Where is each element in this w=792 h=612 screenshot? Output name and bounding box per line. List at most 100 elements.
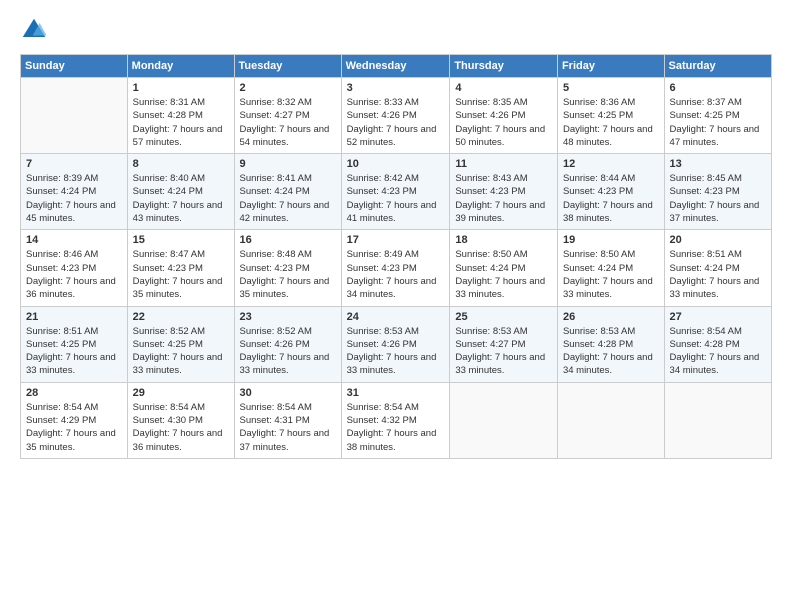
day-info: Sunrise: 8:39 AMSunset: 4:24 PMDaylight:… [26, 172, 122, 225]
calendar-cell [557, 382, 664, 458]
calendar-cell: 11 Sunrise: 8:43 AMSunset: 4:23 PMDayligh… [450, 154, 558, 230]
day-info: Sunrise: 8:32 AMSunset: 4:27 PMDaylight:… [240, 96, 336, 149]
day-number: 8 [133, 158, 229, 170]
weekday-wednesday: Wednesday [341, 55, 450, 78]
day-info: Sunrise: 8:49 AMSunset: 4:23 PMDaylight:… [347, 248, 445, 301]
day-number: 12 [563, 158, 659, 170]
day-number: 1 [133, 82, 229, 94]
day-number: 29 [133, 387, 229, 399]
day-info: Sunrise: 8:50 AMSunset: 4:24 PMDaylight:… [455, 248, 552, 301]
day-info: Sunrise: 8:54 AMSunset: 4:28 PMDaylight:… [670, 325, 766, 378]
day-info: Sunrise: 8:45 AMSunset: 4:23 PMDaylight:… [670, 172, 766, 225]
calendar-cell: 10Sunrise: 8:42 AMSunset: 4:23 PMDayligh… [341, 154, 450, 230]
day-info: Sunrise: 8:43 AMSunset: 4:23 PMDaylight:… [455, 172, 552, 225]
day-number: 6 [670, 82, 766, 94]
weekday-friday: Friday [557, 55, 664, 78]
day-number: 2 [240, 82, 336, 94]
calendar-cell: 30 Sunrise: 8:54 AMSunset: 4:31 PMDayligh… [234, 382, 341, 458]
calendar-cell [664, 382, 771, 458]
day-info: Sunrise: 8:50 AMSunset: 4:24 PMDaylight:… [563, 248, 659, 301]
day-info: Sunrise: 8:53 AMSunset: 4:26 PMDaylight:… [347, 325, 445, 378]
day-number: 4 [455, 82, 552, 94]
calendar-cell: 14 Sunrise: 8:46 AMSunset: 4:23 PMDayligh… [21, 230, 128, 306]
calendar-cell: 9 Sunrise: 8:41 AMSunset: 4:24 PMDaylight… [234, 154, 341, 230]
calendar-cell: 20 Sunrise: 8:51 AMSunset: 4:24 PMDayligh… [664, 230, 771, 306]
weekday-monday: Monday [127, 55, 234, 78]
day-number: 22 [133, 311, 229, 323]
day-number: 9 [240, 158, 336, 170]
day-number: 17 [347, 234, 445, 246]
calendar-week-row: 14 Sunrise: 8:46 AMSunset: 4:23 PMDayligh… [21, 230, 772, 306]
day-number: 27 [670, 311, 766, 323]
calendar-cell: 25 Sunrise: 8:53 AMSunset: 4:27 PMDayligh… [450, 306, 558, 382]
calendar-cell: 24Sunrise: 8:53 AMSunset: 4:26 PMDayligh… [341, 306, 450, 382]
calendar-cell [21, 78, 128, 154]
day-info: Sunrise: 8:52 AMSunset: 4:25 PMDaylight:… [133, 325, 229, 378]
calendar-cell: 15Sunrise: 8:47 AMSunset: 4:23 PMDayligh… [127, 230, 234, 306]
weekday-header-row: SundayMondayTuesdayWednesdayThursdayFrid… [21, 55, 772, 78]
calendar-week-row: 28Sunrise: 8:54 AMSunset: 4:29 PMDayligh… [21, 382, 772, 458]
calendar-cell: 1Sunrise: 8:31 AMSunset: 4:28 PMDaylight… [127, 78, 234, 154]
calendar: SundayMondayTuesdayWednesdayThursdayFrid… [20, 54, 772, 459]
day-number: 11 [455, 158, 552, 170]
calendar-cell: 23Sunrise: 8:52 AMSunset: 4:26 PMDayligh… [234, 306, 341, 382]
day-info: Sunrise: 8:41 AMSunset: 4:24 PMDaylight:… [240, 172, 336, 225]
calendar-cell: 2 Sunrise: 8:32 AMSunset: 4:27 PMDaylight… [234, 78, 341, 154]
day-info: Sunrise: 8:33 AMSunset: 4:26 PMDaylight:… [347, 96, 445, 149]
day-info: Sunrise: 8:46 AMSunset: 4:23 PMDaylight:… [26, 248, 122, 301]
day-number: 18 [455, 234, 552, 246]
day-number: 23 [240, 311, 336, 323]
day-number: 19 [563, 234, 659, 246]
weekday-sunday: Sunday [21, 55, 128, 78]
day-info: Sunrise: 8:48 AMSunset: 4:23 PMDaylight:… [240, 248, 336, 301]
day-number: 20 [670, 234, 766, 246]
day-info: Sunrise: 8:40 AMSunset: 4:24 PMDaylight:… [133, 172, 229, 225]
day-number: 25 [455, 311, 552, 323]
calendar-week-row: 1Sunrise: 8:31 AMSunset: 4:28 PMDaylight… [21, 78, 772, 154]
calendar-cell: 16 Sunrise: 8:48 AMSunset: 4:23 PMDayligh… [234, 230, 341, 306]
weekday-tuesday: Tuesday [234, 55, 341, 78]
calendar-week-row: 7 Sunrise: 8:39 AMSunset: 4:24 PMDaylight… [21, 154, 772, 230]
day-info: Sunrise: 8:51 AMSunset: 4:24 PMDaylight:… [670, 248, 766, 301]
calendar-cell: 18 Sunrise: 8:50 AMSunset: 4:24 PMDayligh… [450, 230, 558, 306]
day-number: 7 [26, 158, 122, 170]
day-number: 26 [563, 311, 659, 323]
calendar-cell: 7 Sunrise: 8:39 AMSunset: 4:24 PMDaylight… [21, 154, 128, 230]
weekday-thursday: Thursday [450, 55, 558, 78]
day-info: Sunrise: 8:51 AMSunset: 4:25 PMDaylight:… [26, 325, 122, 378]
calendar-cell: 3 Sunrise: 8:33 AMSunset: 4:26 PMDaylight… [341, 78, 450, 154]
page: SundayMondayTuesdayWednesdayThursdayFrid… [0, 0, 792, 612]
day-number: 14 [26, 234, 122, 246]
day-number: 30 [240, 387, 336, 399]
day-number: 16 [240, 234, 336, 246]
day-number: 31 [347, 387, 445, 399]
day-info: Sunrise: 8:42 AMSunset: 4:23 PMDaylight:… [347, 172, 445, 225]
day-number: 15 [133, 234, 229, 246]
header [20, 16, 772, 44]
calendar-cell: 22 Sunrise: 8:52 AMSunset: 4:25 PMDayligh… [127, 306, 234, 382]
day-info: Sunrise: 8:53 AMSunset: 4:28 PMDaylight:… [563, 325, 659, 378]
day-info: Sunrise: 8:54 AMSunset: 4:31 PMDaylight:… [240, 401, 336, 454]
day-info: Sunrise: 8:53 AMSunset: 4:27 PMDaylight:… [455, 325, 552, 378]
calendar-cell: 17 Sunrise: 8:49 AMSunset: 4:23 PMDayligh… [341, 230, 450, 306]
weekday-saturday: Saturday [664, 55, 771, 78]
calendar-cell: 5 Sunrise: 8:36 AMSunset: 4:25 PMDaylight… [557, 78, 664, 154]
day-number: 5 [563, 82, 659, 94]
calendar-cell: 21Sunrise: 8:51 AMSunset: 4:25 PMDayligh… [21, 306, 128, 382]
day-number: 13 [670, 158, 766, 170]
calendar-cell: 4 Sunrise: 8:35 AMSunset: 4:26 PMDaylight… [450, 78, 558, 154]
calendar-cell: 27 Sunrise: 8:54 AMSunset: 4:28 PMDayligh… [664, 306, 771, 382]
calendar-week-row: 21Sunrise: 8:51 AMSunset: 4:25 PMDayligh… [21, 306, 772, 382]
logo-icon [20, 16, 48, 44]
calendar-cell: 12Sunrise: 8:44 AMSunset: 4:23 PMDayligh… [557, 154, 664, 230]
day-info: Sunrise: 8:54 AMSunset: 4:32 PMDaylight:… [347, 401, 445, 454]
day-info: Sunrise: 8:36 AMSunset: 4:25 PMDaylight:… [563, 96, 659, 149]
day-info: Sunrise: 8:37 AMSunset: 4:25 PMDaylight:… [670, 96, 766, 149]
calendar-cell [450, 382, 558, 458]
day-info: Sunrise: 8:35 AMSunset: 4:26 PMDaylight:… [455, 96, 552, 149]
day-info: Sunrise: 8:54 AMSunset: 4:29 PMDaylight:… [26, 401, 122, 454]
day-number: 3 [347, 82, 445, 94]
calendar-cell: 28Sunrise: 8:54 AMSunset: 4:29 PMDayligh… [21, 382, 128, 458]
calendar-cell: 13 Sunrise: 8:45 AMSunset: 4:23 PMDayligh… [664, 154, 771, 230]
calendar-cell: 29Sunrise: 8:54 AMSunset: 4:30 PMDayligh… [127, 382, 234, 458]
